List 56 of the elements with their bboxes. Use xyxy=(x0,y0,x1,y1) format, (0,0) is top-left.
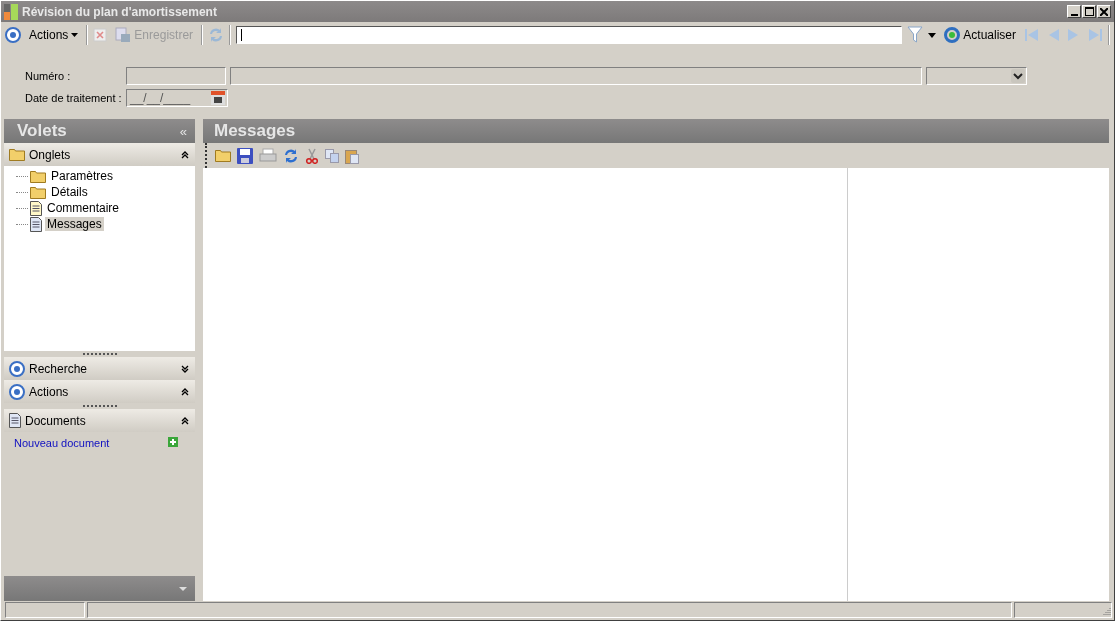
folder-icon xyxy=(30,169,46,183)
collapse-chevron-icon[interactable] xyxy=(181,150,189,159)
dropdown-field[interactable] xyxy=(926,67,1027,85)
collapse-chevron-icon[interactable] xyxy=(181,387,189,396)
section-header[interactable]: Actions xyxy=(4,380,195,403)
target-icon xyxy=(9,360,25,377)
save-icon xyxy=(115,27,132,43)
dropdown-arrow-icon[interactable] xyxy=(928,32,937,38)
maximize-icon xyxy=(1084,7,1094,16)
section-header[interactable]: Recherche xyxy=(4,357,195,380)
folder-icon xyxy=(9,148,25,161)
target-icon xyxy=(5,27,21,43)
expand-chevron-icon[interactable] xyxy=(181,364,189,373)
panel-title: Volets xyxy=(17,121,67,141)
resize-grip-icon[interactable] xyxy=(1100,606,1111,617)
pane-title: Messages xyxy=(214,121,296,141)
target-icon xyxy=(9,383,25,400)
maximize-button[interactable] xyxy=(1082,5,1096,18)
tree-item[interactable]: Commentaire xyxy=(45,201,122,215)
refresh-icon xyxy=(944,27,961,43)
date-field[interactable]: __/__/____ xyxy=(126,89,228,107)
caret-icon xyxy=(71,33,79,37)
folder-icon xyxy=(30,185,46,199)
close-button[interactable] xyxy=(1097,5,1111,18)
save-icon[interactable] xyxy=(237,147,253,164)
field-label: Date de traitement : xyxy=(25,92,122,104)
section-header[interactable]: Documents xyxy=(4,409,195,432)
paste-icon[interactable] xyxy=(345,147,359,164)
cut-icon[interactable] xyxy=(305,147,319,164)
app-icon xyxy=(4,3,18,20)
print-icon[interactable] xyxy=(259,147,277,164)
tree-item[interactable]: Messages xyxy=(45,217,104,231)
number-field[interactable] xyxy=(126,67,226,85)
tree-item[interactable]: Paramètres xyxy=(49,169,116,183)
search-field[interactable] xyxy=(236,26,903,44)
calendar-icon[interactable] xyxy=(211,91,225,105)
sync-icon[interactable] xyxy=(283,147,299,164)
add-icon[interactable] xyxy=(168,437,178,447)
new-document-link[interactable]: Nouveau document xyxy=(14,437,110,449)
tree-item[interactable]: Détails xyxy=(49,185,90,199)
minimize-button[interactable] xyxy=(1067,5,1081,18)
note-icon xyxy=(30,200,42,216)
delete-icon[interactable] xyxy=(93,28,108,42)
field-label: Numéro : xyxy=(25,70,72,82)
close-icon xyxy=(1100,7,1108,16)
copy-icon[interactable] xyxy=(325,148,339,163)
folder-icon[interactable] xyxy=(215,149,231,162)
minimize-icon xyxy=(1070,13,1078,16)
actions-menu-button[interactable]: Actions xyxy=(26,26,82,44)
refresh-button[interactable]: Actualiser xyxy=(941,25,1019,45)
document-icon xyxy=(9,413,21,428)
window-title: Révision du plan d'amortissement xyxy=(22,4,218,19)
description-field[interactable] xyxy=(230,67,922,85)
document-icon xyxy=(30,216,42,232)
collapse-chevron-icon[interactable] xyxy=(181,416,189,425)
section-header[interactable]: Onglets xyxy=(4,143,195,166)
